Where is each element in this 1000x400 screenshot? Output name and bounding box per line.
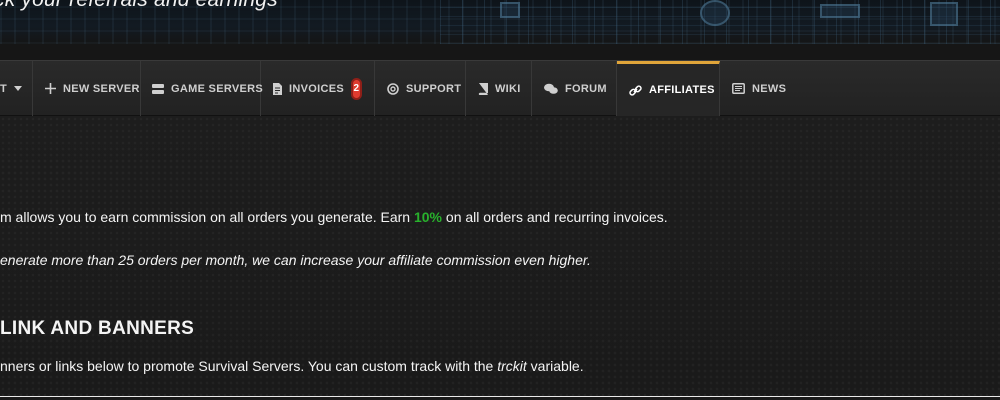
nav-item-news[interactable]: NEWS	[720, 61, 796, 116]
intro-text-end: on all orders and recurring invoices.	[442, 209, 668, 225]
divider	[0, 44, 1000, 60]
nav-item-invoices[interactable]: INVOICES 2	[261, 61, 375, 116]
main-nav: T NEW SERVER GAME SERVERS INVOICES 2 SUP…	[0, 60, 1000, 116]
server-icon	[152, 82, 164, 96]
nav-item-label: T	[0, 82, 8, 95]
hero-decoration	[820, 4, 860, 18]
section-text: nners or links below to promote Survival…	[0, 358, 498, 374]
nav-item-new-server[interactable]: NEW SERVER	[33, 61, 141, 116]
nav-item-label: AFFILIATES	[649, 84, 715, 96]
nav-item-support[interactable]: SUPPORT	[375, 61, 466, 116]
nav-item-label: NEWS	[752, 82, 787, 95]
hero-decoration	[500, 2, 520, 18]
intro-text: m allows you to earn commission on all o…	[0, 209, 414, 225]
nav-item-label: FORUM	[565, 82, 607, 95]
nav-item-wiki[interactable]: WIKI	[466, 61, 532, 116]
nav-item-label: INVOICES	[289, 82, 344, 95]
book-icon	[478, 82, 488, 96]
commission-note: enerate more than 25 orders per month, w…	[0, 252, 591, 268]
nav-item-label: WIKI	[495, 82, 521, 95]
invoices-count-badge: 2	[350, 77, 362, 100]
divider	[0, 396, 1000, 397]
section-paragraph: nners or links below to promote Survival…	[0, 358, 584, 374]
invoice-icon	[273, 82, 282, 96]
plus-icon	[45, 82, 56, 96]
chevron-down-icon	[14, 82, 23, 96]
hero-decoration	[700, 0, 730, 26]
hero-decoration	[930, 2, 958, 26]
nav-item-label: NEW SERVER	[63, 82, 140, 95]
section-text-end: variable.	[526, 358, 584, 374]
nav-item-affiliates[interactable]: AFFILIATES	[617, 61, 720, 116]
nav-item-label: SUPPORT	[406, 82, 462, 95]
hero-subtitle: ck your referrals and earnings	[0, 0, 278, 12]
nav-item-game-servers[interactable]: GAME SERVERS	[141, 61, 264, 116]
nav-item-label: GAME SERVERS	[171, 82, 264, 95]
newspaper-icon	[732, 82, 745, 96]
comments-icon	[544, 82, 558, 96]
nav-item-forum[interactable]: FORUM	[532, 61, 617, 116]
nav-item-account[interactable]: T	[0, 61, 33, 116]
link-icon	[629, 83, 642, 97]
section-heading: LINK AND BANNERS	[0, 318, 195, 339]
lifebuoy-icon	[387, 82, 399, 96]
intro-paragraph: m allows you to earn commission on all o…	[0, 209, 668, 225]
tracking-variable: trckit	[497, 358, 527, 374]
hero-banner: ck your referrals and earnings	[0, 0, 1000, 44]
commission-rate: 10%	[413, 209, 443, 225]
affiliates-content: m allows you to earn commission on all o…	[0, 116, 1000, 400]
